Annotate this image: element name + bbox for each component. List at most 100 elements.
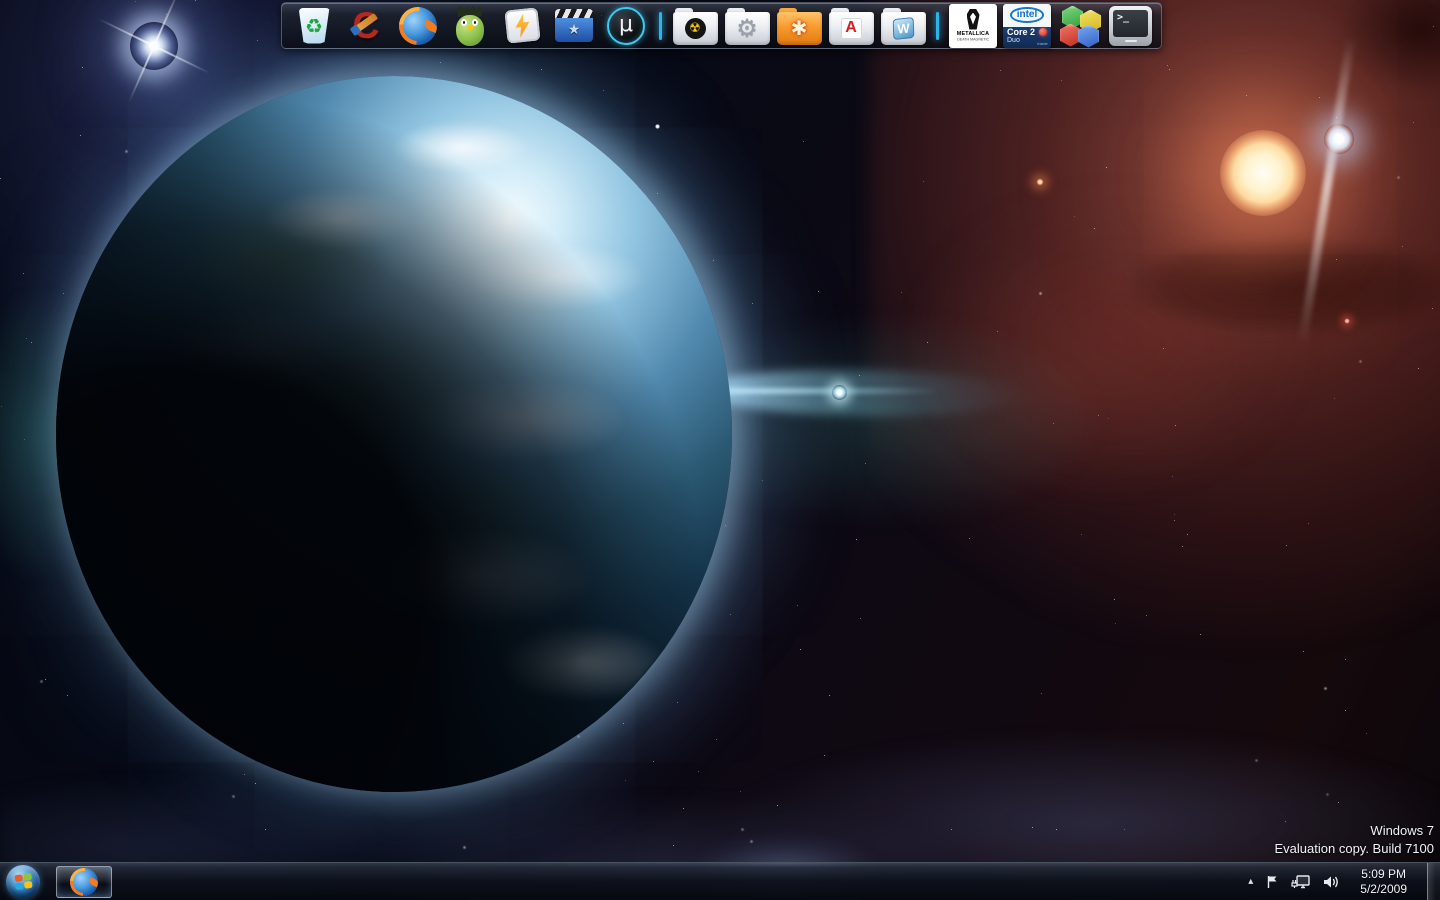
cyan-light-streak	[698, 367, 1029, 419]
flower-icon: ✱	[791, 16, 808, 40]
flag-pane-yellow	[24, 881, 32, 889]
dock-folder-group: ☢ ⚙ ✱	[672, 5, 926, 47]
adobe-folder-icon: A	[829, 7, 874, 45]
word-icon: W	[892, 16, 914, 39]
pictures-folder-icon: ✱	[777, 7, 822, 45]
coffin-icon	[967, 9, 980, 30]
desktop: Windows 7 Evaluation copy. Build 7100 ♻ …	[0, 0, 1440, 900]
start-button[interactable]	[6, 865, 40, 899]
show-desktop-button[interactable]	[1427, 863, 1440, 900]
wallpaper-red-nebula-extension	[900, 180, 1320, 500]
intel-label-area: Core 2 Duo inside	[1003, 27, 1051, 48]
taskbar-firefox-button[interactable]	[56, 866, 112, 898]
evaluation-watermark: Windows 7 Evaluation copy. Build 7100	[1275, 822, 1434, 858]
small-red-star	[1344, 318, 1350, 324]
flag-pane-green	[23, 873, 31, 881]
intel-core2duo-badge[interactable]: intel Core 2 Duo inside	[1003, 4, 1051, 48]
dock-item-utorrent[interactable]: μ	[603, 5, 649, 47]
red-sun-star	[1220, 130, 1306, 216]
intel-logo: intel	[1010, 7, 1045, 23]
volume-icon[interactable]	[1322, 874, 1340, 890]
action-center-flag-icon[interactable]	[1264, 874, 1280, 890]
radiation-icon: ☢	[685, 18, 706, 39]
folder-front: ⚙	[725, 12, 770, 45]
mu-glyph: μ	[619, 12, 633, 37]
dock-item-green-duck[interactable]	[447, 5, 493, 47]
taskbar: ▴ 5:09 P	[0, 862, 1440, 900]
flag-pane-blue	[15, 882, 23, 890]
taskbar-clock[interactable]: 5:09 PM 5/2/2009	[1351, 867, 1416, 897]
utorrent-icon: μ	[607, 7, 645, 45]
duck-eye-right	[472, 19, 478, 26]
star-glyph: ★	[568, 23, 581, 37]
cyan-streak-core	[700, 388, 940, 394]
recycle-bin-icon: ♻	[299, 8, 330, 44]
dock-separator	[936, 12, 939, 40]
gear-icon: ⚙	[736, 14, 758, 42]
clock-date: 5/2/2009	[1360, 882, 1407, 897]
clock-time: 5:09 PM	[1361, 867, 1406, 882]
dock-item-ccleaner[interactable]: C	[343, 5, 389, 47]
small-orange-star	[1036, 178, 1044, 186]
dock-item-winamp[interactable]	[499, 5, 545, 47]
red-dot-icon	[1039, 28, 1047, 36]
dock-item-firefox[interactable]	[395, 5, 441, 47]
dock-item-video-player[interactable]: ★	[551, 5, 597, 47]
clapper-stripes	[555, 9, 593, 18]
starfield	[0, 0, 1, 1]
top-dock: ♻ C	[281, 2, 1162, 49]
bright-star-topleft	[130, 22, 178, 70]
terminal-screen: >_	[1113, 10, 1148, 37]
red-cube-icon	[1060, 24, 1081, 47]
green-duck-icon	[453, 6, 487, 46]
terminal-prompt: >_	[1117, 12, 1129, 23]
terminal-badge[interactable]: >_	[1109, 6, 1152, 46]
star-light-beam	[1298, 37, 1355, 345]
dock-item-burn-folder[interactable]: ☢	[672, 5, 718, 47]
show-hidden-icons-button[interactable]: ▴	[1248, 876, 1253, 887]
adobe-letter: A	[845, 19, 857, 37]
dock-item-pictures-folder[interactable]: ✱	[776, 5, 822, 47]
lightning-bolt-icon	[512, 13, 531, 39]
wallpaper-dark-cloud-corner	[1340, 0, 1440, 90]
system-tray: ▴ 5:09 P	[1248, 863, 1440, 900]
radiation-glyph: ☢	[689, 21, 701, 36]
folder-front: A	[829, 12, 874, 45]
dock-item-system-folder[interactable]: ⚙	[724, 5, 770, 47]
watermark-line1: Windows 7	[1275, 822, 1434, 840]
clapperboard-icon: ★	[555, 9, 593, 42]
dock-separator	[659, 12, 662, 40]
streak-star-point	[832, 385, 847, 400]
dock-item-recycle-bin[interactable]: ♻	[291, 5, 337, 47]
earth-planet	[56, 76, 732, 792]
adobe-reader-icon: A	[841, 18, 862, 39]
terminal-base	[1125, 40, 1137, 42]
recycle-glyph: ♻	[305, 14, 323, 38]
dock-app-group: ♻ C	[291, 5, 649, 47]
duck-eye-left	[461, 19, 467, 26]
windows-flag-icon	[14, 873, 32, 891]
wallpaper-dark-cloud	[1130, 238, 1440, 334]
folder-front: ✱	[777, 12, 822, 45]
watermark-line2: Evaluation copy. Build 7100	[1275, 840, 1434, 858]
clapper-body: ★	[555, 18, 593, 42]
folder-front: ☢	[673, 12, 718, 45]
network-icon[interactable]	[1291, 874, 1311, 890]
inside-label: inside	[1037, 41, 1047, 46]
dock-item-adobe-folder[interactable]: A	[828, 5, 874, 47]
dock-item-word-folder[interactable]: W	[880, 5, 926, 47]
flag-pane-red	[14, 874, 22, 882]
ccleaner-icon: C	[346, 6, 386, 46]
firefox-icon	[70, 868, 98, 896]
system-folder-icon: ⚙	[725, 7, 770, 45]
word-folder-icon: W	[881, 7, 926, 45]
word-letter: W	[897, 20, 910, 36]
colored-cubes-badge[interactable]	[1057, 4, 1103, 48]
metallica-badge[interactable]: METALLICA DEATH MAGNETIC	[949, 4, 997, 48]
metallica-subtitle: DEATH MAGNETIC	[957, 37, 989, 41]
winamp-icon	[504, 7, 540, 43]
white-star-right	[1324, 124, 1354, 154]
metallica-title: METALLICA	[957, 31, 989, 36]
wallpaper-red-nebula	[870, 0, 1440, 670]
planet-night-side	[56, 76, 732, 792]
